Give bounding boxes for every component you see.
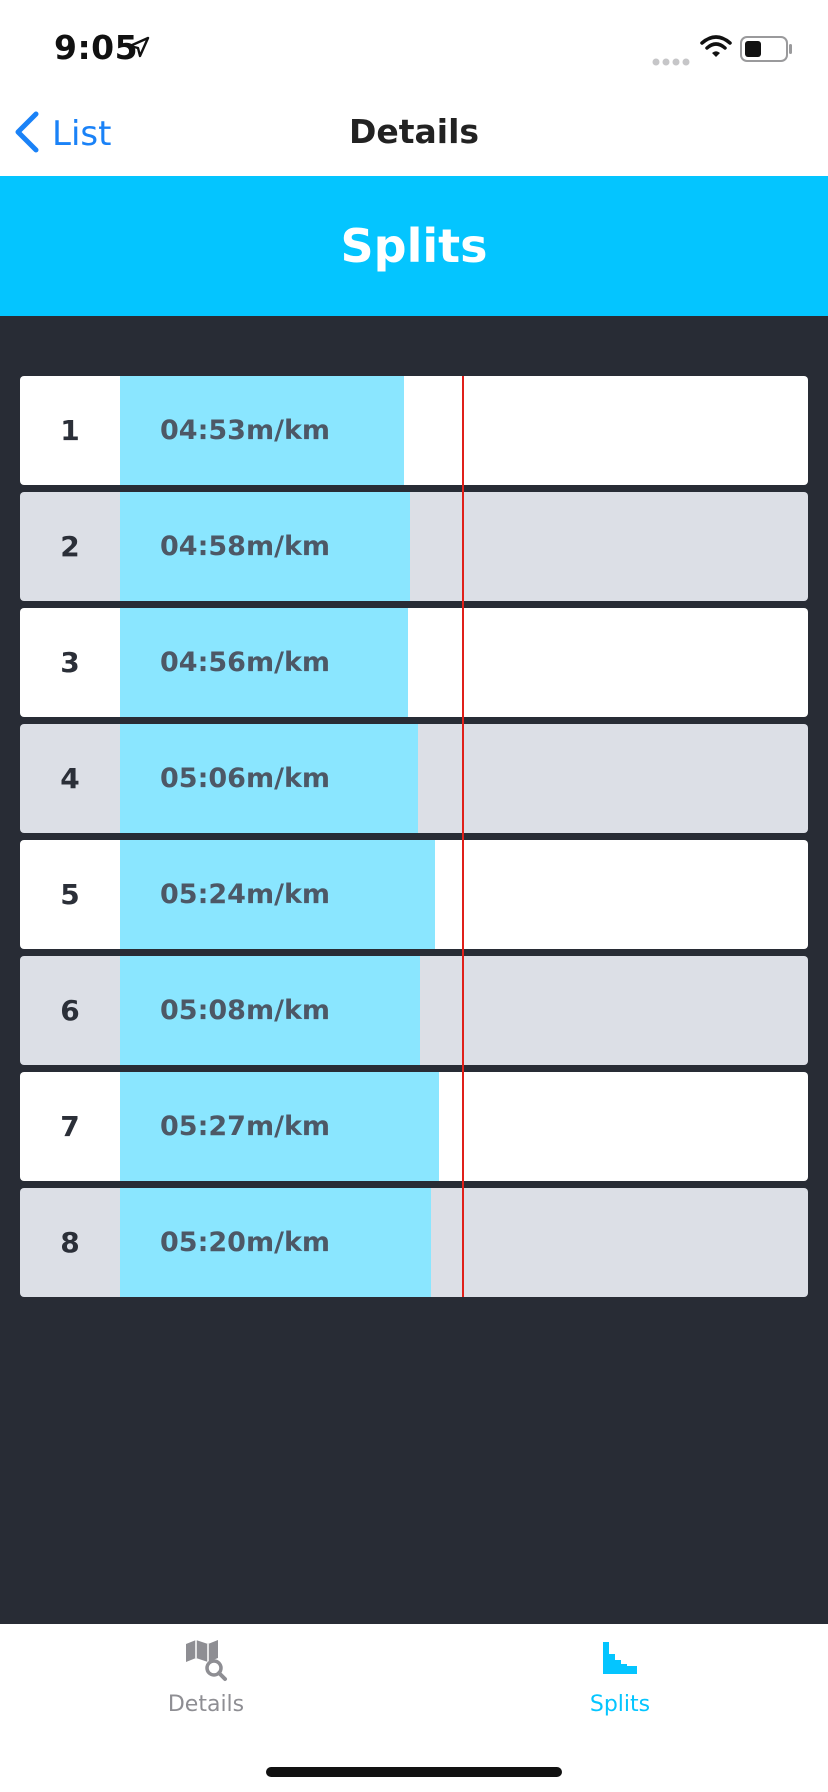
location-arrow-icon: [128, 36, 150, 62]
tab-splits[interactable]: Splits: [520, 1638, 720, 1717]
splits-chart-icon: [597, 1638, 643, 1686]
split-index: 4: [60, 762, 80, 795]
split-pace-label: 05:27m/km: [160, 1111, 331, 1142]
split-index: 7: [60, 1110, 80, 1143]
map-search-icon: [183, 1638, 229, 1686]
split-pace-label: 05:20m/km: [160, 1227, 331, 1258]
wifi-icon: [700, 34, 732, 64]
splits-list: 1 04:53m/km 2 04:58m/km 3 04:56m/km 4 05:06m/km…: [20, 376, 808, 1304]
split-pace-label: 04:53m/km: [160, 415, 331, 446]
split-row[interactable]: 2 04:58m/km: [20, 492, 808, 601]
split-index: 3: [60, 646, 80, 679]
split-row[interactable]: 6 05:08m/km: [20, 956, 808, 1065]
split-row[interactable]: 8 05:20m/km: [20, 1188, 808, 1297]
tab-splits-label: Splits: [589, 1692, 651, 1717]
status-bar: 9:05: [0, 0, 828, 92]
battery-icon: [740, 36, 794, 66]
home-indicator: [266, 1767, 562, 1777]
split-row[interactable]: 7 05:27m/km: [20, 1072, 808, 1181]
page-title: Details: [348, 112, 480, 151]
split-pace-label: 04:56m/km: [160, 647, 331, 678]
status-time: 9:05: [54, 28, 139, 67]
split-index: 6: [60, 994, 80, 1027]
splits-header-title: Splits: [340, 219, 488, 273]
split-index: 2: [60, 530, 80, 563]
average-pace-line: [462, 376, 464, 1297]
tab-details[interactable]: Details: [106, 1638, 306, 1717]
split-pace-label: 05:06m/km: [160, 763, 331, 794]
split-pace-label: 05:08m/km: [160, 995, 331, 1026]
split-pace-label: 05:24m/km: [160, 879, 331, 910]
split-row[interactable]: 1 04:53m/km: [20, 376, 808, 485]
split-row[interactable]: 3 04:56m/km: [20, 608, 808, 717]
split-row[interactable]: 4 05:06m/km: [20, 724, 808, 833]
splits-header: Splits: [0, 176, 828, 316]
split-index: 5: [60, 878, 80, 911]
split-index: 1: [60, 414, 80, 447]
split-row[interactable]: 5 05:24m/km: [20, 840, 808, 949]
tab-details-label: Details: [167, 1692, 245, 1717]
split-pace-label: 04:58m/km: [160, 531, 331, 562]
cellular-signal-icon: [652, 52, 692, 71]
split-index: 8: [60, 1226, 80, 1259]
navigation-bar: List Details: [0, 92, 828, 176]
